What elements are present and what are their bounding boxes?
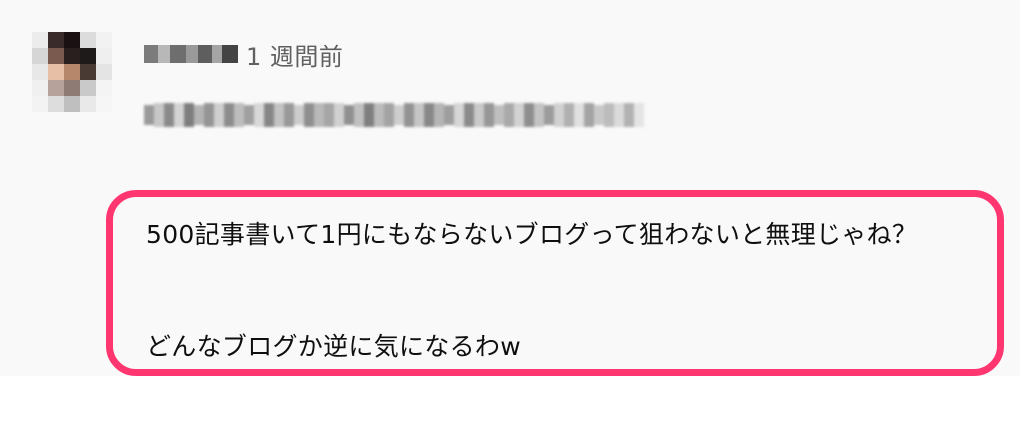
redaction-block [222, 45, 238, 63]
avatar-pixel [64, 32, 80, 48]
redaction-block [474, 103, 484, 127]
avatar-pixel [80, 32, 96, 48]
redaction-block [524, 103, 534, 127]
redaction-block [284, 103, 294, 127]
avatar[interactable] [32, 32, 112, 112]
avatar-pixel [96, 96, 112, 112]
avatar-pixel [64, 96, 80, 112]
avatar-pixel [80, 80, 96, 96]
avatar-pixel [32, 32, 48, 48]
redaction-block [324, 103, 334, 127]
redaction-block [604, 103, 614, 127]
redaction-block [414, 103, 424, 127]
redaction-block [624, 103, 634, 127]
redaction-block [204, 103, 214, 127]
redaction-block [544, 105, 554, 125]
author-name-redacted[interactable] [144, 42, 238, 66]
redaction-block [186, 45, 198, 63]
avatar-pixel [80, 48, 96, 64]
redaction-block [234, 103, 244, 127]
redaction-block [564, 103, 574, 127]
avatar-pixel [48, 64, 64, 80]
redaction-block [164, 103, 174, 127]
redaction-block [464, 103, 474, 127]
redaction-block [158, 45, 170, 63]
comment-text-line-1: 500記事書いて1円にもならないブログって狙わないと無理じゃね？ [146, 220, 918, 249]
avatar-pixel [64, 64, 80, 80]
redaction-block [344, 105, 354, 125]
redaction-block [614, 103, 624, 127]
avatar-pixel [32, 48, 48, 64]
redaction-block [424, 103, 434, 127]
redaction-block [170, 45, 186, 63]
avatar-pixel [48, 32, 64, 48]
redaction-block [198, 45, 212, 63]
redaction-block [484, 103, 494, 127]
avatar-pixel [96, 32, 112, 48]
redaction-block [334, 103, 344, 127]
redaction-block [144, 105, 154, 125]
avatar-pixel [96, 64, 112, 80]
comment-timestamp[interactable]: 1 週間前 [246, 37, 343, 72]
redaction-block [634, 103, 644, 127]
redaction-block [514, 103, 524, 127]
redaction-block [194, 105, 204, 125]
redaction-block [434, 103, 444, 127]
redaction-block [214, 103, 224, 127]
comment-header: 1 週間前 [144, 36, 343, 72]
redaction-block [174, 103, 184, 127]
avatar-pixel [32, 80, 48, 96]
redaction-block [154, 103, 164, 127]
avatar-pixel [80, 96, 96, 112]
page: 1 週間前 500記事書いて1円にもならないブログって狙わないと無理じゃね？ ど… [0, 0, 1020, 430]
redaction-block [454, 103, 464, 127]
avatar-pixel [96, 80, 112, 96]
avatar-pixel [96, 48, 112, 64]
avatar-pixel [64, 80, 80, 96]
redaction-block [374, 103, 384, 127]
redaction-block [264, 103, 274, 127]
redaction-block [144, 45, 158, 63]
redaction-block [184, 103, 194, 127]
avatar-pixel [32, 64, 48, 80]
redaction-block [212, 45, 222, 63]
redaction-block [364, 103, 374, 127]
redaction-block [304, 103, 314, 127]
redaction-block [504, 103, 514, 127]
redaction-block [404, 103, 414, 127]
redaction-block [384, 103, 394, 127]
redaction-block [594, 105, 604, 125]
redaction-block [394, 105, 404, 125]
comment-text-line-2: どんなブログか逆に気になるわw [146, 332, 521, 361]
redaction-block [354, 103, 364, 127]
avatar-pixel [48, 96, 64, 112]
avatar-pixel [48, 80, 64, 96]
avatar-pixel [64, 48, 80, 64]
redaction-block [554, 103, 564, 127]
redaction-block [494, 105, 504, 125]
redacted-text-line [144, 100, 644, 130]
redaction-block [314, 103, 324, 127]
redaction-block [584, 103, 594, 127]
avatar-pixel [32, 96, 48, 112]
redaction-block [274, 103, 284, 127]
redaction-block [294, 105, 304, 125]
redaction-block [444, 105, 454, 125]
redaction-block [574, 103, 584, 127]
redaction-block [534, 103, 544, 127]
redaction-block [254, 103, 264, 127]
avatar-pixel [48, 48, 64, 64]
redaction-block [244, 105, 254, 125]
avatar-pixel [80, 64, 96, 80]
redaction-block [224, 103, 234, 127]
